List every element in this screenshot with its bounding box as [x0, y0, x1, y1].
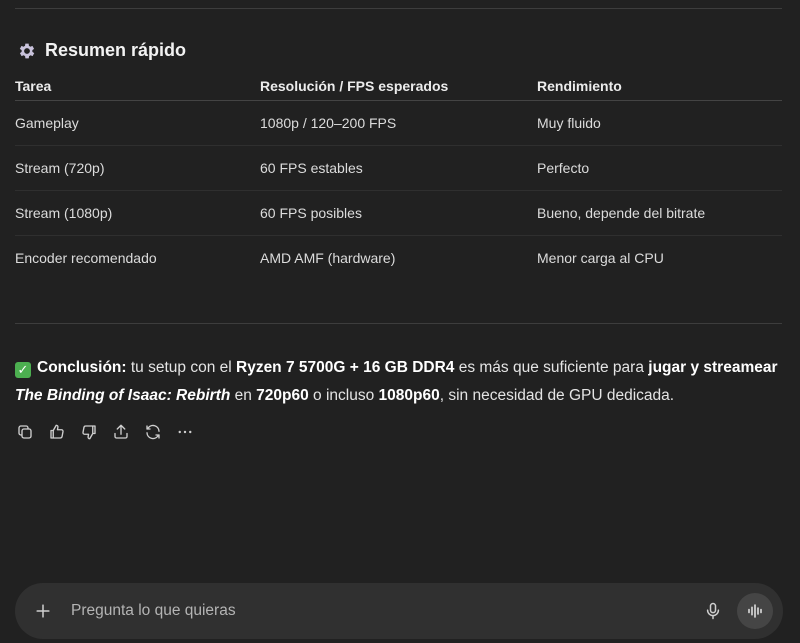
table-row: Encoder recomendado AMD AMF (hardware) M… — [15, 236, 782, 281]
chat-page: Resumen rápido Tarea Resolución / FPS es… — [0, 0, 800, 643]
column-header-task: Tarea — [15, 72, 260, 101]
prompt-input[interactable] — [69, 601, 701, 621]
voice-mode-button[interactable] — [737, 593, 773, 629]
thumbs-up-button[interactable] — [47, 422, 67, 442]
table-row: Stream (1080p) 60 FPS posibles Bueno, de… — [15, 190, 782, 236]
table-header-row: Tarea Resolución / FPS esperados Rendimi… — [15, 72, 782, 101]
conclusion-bold: jugar y streamear — [648, 359, 778, 376]
conclusion-label: Conclusión: — [37, 359, 127, 376]
copy-button[interactable] — [15, 422, 35, 442]
add-attachment-button[interactable] — [31, 599, 55, 623]
table-cell: Bueno, depende del bitrate — [537, 190, 782, 236]
conclusion-text: tu setup con el — [126, 359, 236, 376]
conclusion-text: , sin necesidad de GPU dedicada. — [439, 387, 675, 404]
regenerate-button[interactable] — [143, 422, 163, 442]
plus-icon — [36, 604, 50, 618]
game-title: The Binding of Isaac: Rebirth — [15, 387, 231, 404]
dictate-button[interactable] — [701, 599, 725, 623]
ellipsis-icon — [178, 430, 192, 434]
share-icon — [114, 424, 128, 439]
conclusion-bold: 720p60 — [256, 387, 309, 404]
thumbs-up-icon — [50, 424, 64, 439]
table-cell: 1080p / 120–200 FPS — [260, 100, 537, 146]
message-composer — [15, 583, 783, 639]
share-button[interactable] — [111, 422, 131, 442]
table-cell: Stream (720p) — [15, 145, 260, 191]
column-header-resolution: Resolución / FPS esperados — [260, 72, 537, 101]
table-cell: Perfecto — [537, 145, 782, 191]
refresh-icon — [146, 424, 160, 440]
table-cell: Gameplay — [15, 100, 260, 146]
section-title: Resumen rápido — [45, 40, 187, 60]
section-heading: Resumen rápido — [17, 40, 186, 61]
conclusion-bold: 1080p60 — [378, 387, 440, 404]
gear-icon — [19, 43, 35, 58]
divider-middle — [15, 323, 782, 324]
column-header-performance: Rendimiento — [537, 72, 782, 101]
conclusion-paragraph: ✓ Conclusión: tu setup con el Ryzen 7 570… — [15, 354, 785, 410]
message-actions — [15, 422, 195, 442]
table-cell: 60 FPS posibles — [260, 190, 537, 236]
table-cell: Menor carga al CPU — [537, 250, 664, 266]
microphone-icon — [706, 602, 720, 620]
table-cell: AMD AMF (hardware) — [260, 250, 396, 266]
table-cell: Encoder recomendado — [15, 250, 157, 266]
voice-waveform-icon — [748, 604, 762, 618]
table-row: Stream (720p) 60 FPS estables Perfecto — [15, 145, 782, 191]
divider-top — [15, 8, 782, 9]
conclusion-text: o incluso — [308, 387, 379, 404]
thumbs-down-icon — [82, 425, 96, 440]
conclusion-bold: Ryzen 7 5700G + 16 GB DDR4 — [236, 359, 455, 376]
table-cell: Muy fluido — [537, 100, 782, 146]
table-row: Gameplay 1080p / 120–200 FPS Muy fluido — [15, 100, 782, 146]
table-cell: 60 FPS estables — [260, 145, 537, 191]
summary-table: Tarea Resolución / FPS esperados Rendimi… — [15, 72, 782, 280]
conclusion-text: en — [230, 387, 257, 404]
copy-icon — [18, 425, 32, 439]
conclusion-text: es más que suficiente para — [454, 359, 649, 376]
table-cell: Stream (1080p) — [15, 190, 260, 236]
thumbs-down-button[interactable] — [79, 422, 99, 442]
more-options-button[interactable] — [175, 422, 195, 442]
check-icon: ✓ — [15, 362, 31, 378]
